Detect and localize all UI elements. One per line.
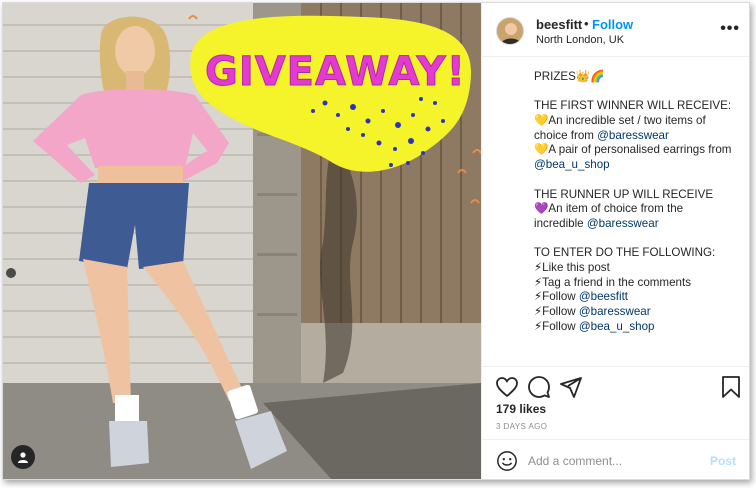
separator-dot: • bbox=[584, 16, 589, 31]
caption-line: 💛An incredible set / two items of bbox=[534, 114, 706, 128]
caption-gap bbox=[534, 85, 740, 100]
caption-gap bbox=[534, 173, 740, 188]
mention-link[interactable]: @baresswear bbox=[579, 305, 651, 318]
caption-line: TO ENTER DO THE FOLLOWING: bbox=[534, 246, 716, 260]
mention-link[interactable]: @bea_u_shop bbox=[534, 158, 610, 171]
person-icon bbox=[18, 452, 28, 463]
avatar[interactable] bbox=[496, 17, 524, 45]
caption-text: ⚡Follow bbox=[534, 290, 579, 304]
follow-button[interactable]: Follow bbox=[592, 17, 633, 32]
bookmark-icon[interactable] bbox=[719, 375, 743, 399]
caption-text: ⚡Follow bbox=[534, 305, 579, 318]
caption-line: THE RUNNER UP WILL RECEIVE bbox=[534, 187, 714, 201]
post-side-panel: beesfitt • Follow North London, UK ••• P… bbox=[481, 3, 749, 479]
share-icon[interactable] bbox=[559, 375, 583, 399]
comment-input[interactable] bbox=[528, 450, 698, 472]
instagram-post-modal: GIVEAWAY! beesfitt • Follow North London… bbox=[2, 2, 750, 480]
caption-line: 💛A pair of personalised earrings from bbox=[534, 143, 732, 157]
caption-text: incredible bbox=[534, 216, 587, 230]
caption-line: choice from @baresswear bbox=[534, 129, 740, 144]
post-photo[interactable]: GIVEAWAY! bbox=[3, 3, 481, 479]
caption-line: ⚡Like this post bbox=[534, 260, 610, 274]
comment-bar: Post bbox=[482, 439, 749, 479]
caption-line: @bea_u_shop bbox=[534, 158, 740, 173]
caption-text: ⚡Follow bbox=[534, 319, 579, 333]
post-caption: PRIZES👑🌈 THE FIRST WINNER WILL RECEIVE: 💛A… bbox=[482, 58, 749, 366]
caption-lines: PRIZES👑🌈 THE FIRST WINNER WILL RECEIVE: 💛A… bbox=[534, 58, 740, 334]
caption-line: ⚡Follow @beesfitt bbox=[534, 290, 740, 305]
mention-link[interactable]: @beesfitt bbox=[579, 290, 628, 303]
caption-line: PRIZES👑🌈 bbox=[534, 70, 605, 83]
caption-gap bbox=[534, 232, 740, 247]
heart-icon[interactable] bbox=[495, 375, 519, 399]
avatar-image bbox=[497, 18, 523, 44]
caption-line: ⚡Follow @bea_u_shop bbox=[534, 320, 740, 335]
caption-line: ⚡Tag a friend in the comments bbox=[534, 275, 692, 289]
emoji-icon[interactable] bbox=[496, 450, 518, 472]
location-link[interactable]: North London, UK bbox=[536, 34, 624, 46]
mention-link[interactable]: @baresswear bbox=[587, 217, 659, 230]
comment-icon[interactable] bbox=[527, 375, 551, 399]
caption-line: ⚡Follow @baresswear bbox=[534, 305, 740, 320]
user-tag-button[interactable] bbox=[11, 445, 35, 469]
caption-line: incredible @baresswear bbox=[534, 217, 740, 232]
caption-line: 💜An item of choice from the bbox=[534, 202, 684, 216]
mention-link[interactable]: @bea_u_shop bbox=[579, 320, 655, 333]
post-comment-button[interactable]: Post bbox=[710, 454, 736, 468]
giveaway-text: GIVEAWAY! bbox=[205, 49, 466, 95]
username-link[interactable]: beesfitt bbox=[536, 17, 582, 32]
post-date[interactable]: 3 DAYS AGO bbox=[496, 422, 547, 431]
caption-text: choice from bbox=[534, 128, 598, 142]
caption-scroll-cutoff bbox=[534, 58, 734, 63]
ellipsis-icon[interactable]: ••• bbox=[720, 20, 740, 38]
likes-count[interactable]: 179 likes bbox=[496, 402, 546, 416]
mention-link[interactable]: @baresswear bbox=[597, 129, 669, 142]
post-header: beesfitt • Follow North London, UK ••• bbox=[482, 3, 749, 57]
caption-line: THE FIRST WINNER WILL RECEIVE: bbox=[534, 99, 732, 113]
photo-illustration: GIVEAWAY! bbox=[3, 3, 481, 479]
